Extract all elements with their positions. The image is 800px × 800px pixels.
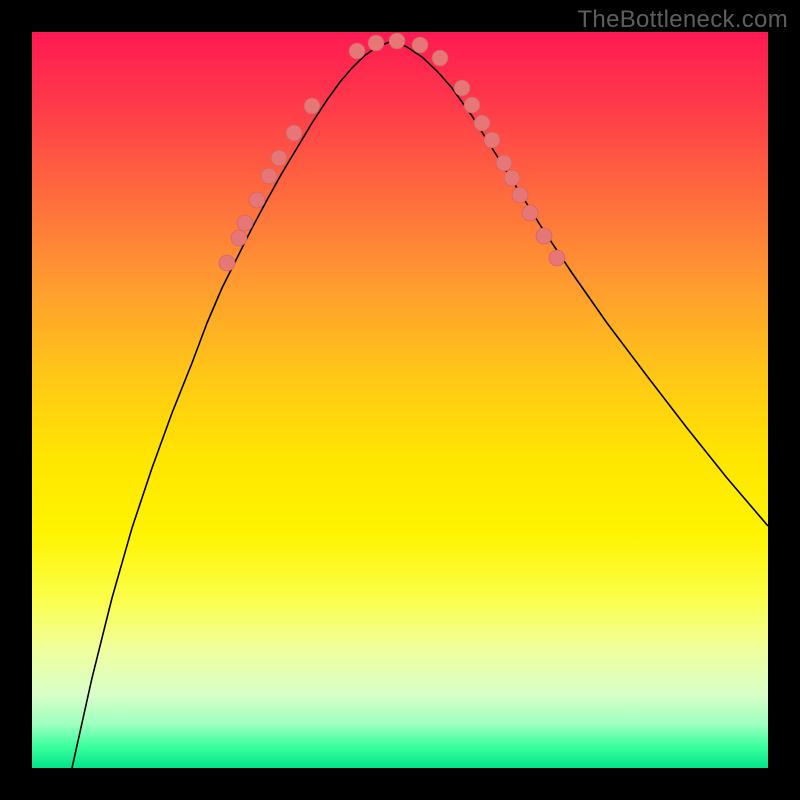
data-point-dot bbox=[389, 33, 405, 49]
data-point-dot bbox=[549, 250, 565, 266]
data-point-dot bbox=[219, 255, 235, 271]
data-point-dot bbox=[412, 37, 428, 53]
dots-left-group bbox=[219, 33, 448, 271]
data-point-dot bbox=[512, 187, 528, 203]
data-point-dot bbox=[522, 205, 538, 221]
data-point-dot bbox=[484, 132, 500, 148]
data-point-dot bbox=[536, 228, 552, 244]
dots-right-group bbox=[454, 80, 565, 266]
data-point-dot bbox=[464, 97, 480, 113]
watermark-text: TheBottleneck.com bbox=[577, 6, 788, 34]
data-point-dot bbox=[304, 98, 320, 114]
data-point-dot bbox=[368, 35, 384, 51]
data-point-dot bbox=[237, 215, 253, 231]
data-point-dot bbox=[271, 150, 287, 166]
data-point-dot bbox=[496, 155, 512, 171]
data-point-dot bbox=[504, 170, 520, 186]
data-point-dot bbox=[286, 125, 302, 141]
right-branch-curve bbox=[392, 41, 768, 526]
data-point-dot bbox=[432, 50, 448, 66]
data-point-dot bbox=[261, 168, 277, 184]
data-point-dot bbox=[454, 80, 470, 96]
plot-area bbox=[32, 32, 768, 768]
data-point-dot bbox=[349, 43, 365, 59]
data-point-dot bbox=[231, 230, 247, 246]
chart-frame: TheBottleneck.com bbox=[0, 0, 800, 800]
data-point-dot bbox=[474, 115, 490, 131]
chart-svg bbox=[32, 32, 768, 768]
left-branch-curve bbox=[72, 41, 392, 768]
data-point-dot bbox=[249, 192, 265, 208]
